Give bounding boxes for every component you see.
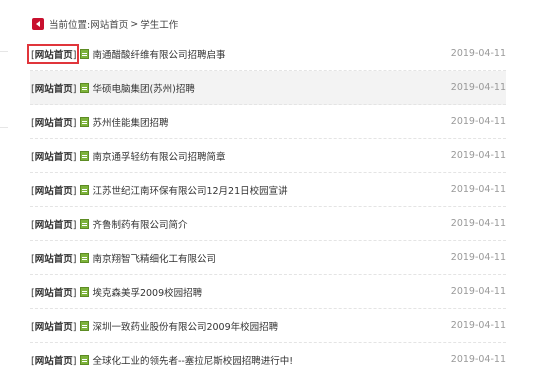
article-date: 2019-04-11 <box>450 252 506 263</box>
category-link[interactable]: [网站首页] <box>30 81 76 95</box>
article-title-link[interactable]: 深圳一致药业股份有限公司2009年校园招聘 <box>92 319 506 333</box>
location-icon <box>32 18 44 30</box>
article-date: 2019-04-11 <box>450 48 506 59</box>
list-item: [网站首页] 埃克森美孚2009校园招聘 2019-04-11 <box>30 275 506 309</box>
breadcrumb-home-link[interactable]: 网站首页 <box>90 17 128 31</box>
category-label: 网站首页 <box>34 321 73 333</box>
document-icon <box>80 184 90 195</box>
article-title-link[interactable]: 南京翔智飞精细化工有限公司 <box>92 251 506 265</box>
page: 当前位置: 网站首页 > 学生工作 [网站首页] 南通醋酸纤维有限公司招聘启事 … <box>0 0 553 367</box>
left-edge-panel <box>0 0 8 367</box>
list-item: [网站首页] 华硕电脑集团(苏州)招聘 2019-04-11 <box>30 71 506 105</box>
article-date: 2019-04-11 <box>450 116 506 127</box>
list-item: [网站首页] 齐鲁制药有限公司简介 2019-04-11 <box>30 207 506 241</box>
article-title-link[interactable]: 江苏世纪江南环保有限公司12月21日校园宣讲 <box>92 183 506 197</box>
category-label: 网站首页 <box>34 253 73 265</box>
list-item: [网站首页] 江苏世纪江南环保有限公司12月21日校园宣讲 2019-04-11 <box>30 173 506 207</box>
category-link[interactable]: [网站首页] <box>30 251 76 265</box>
article-date: 2019-04-11 <box>450 218 506 229</box>
category-link[interactable]: [网站首页] <box>30 353 76 367</box>
category-label: 网站首页 <box>34 185 73 197</box>
category-link[interactable]: [网站首页] <box>30 217 76 231</box>
article-title-link[interactable]: 齐鲁制药有限公司简介 <box>92 217 506 231</box>
document-icon <box>80 82 90 93</box>
category-label: 网站首页 <box>34 49 73 61</box>
list-item: [网站首页] 全球化工业的领先者--塞拉尼斯校园招聘进行中! 2019-04-1… <box>30 343 506 367</box>
list-item: [网站首页] 深圳一致药业股份有限公司2009年校园招聘 2019-04-11 <box>30 309 506 343</box>
article-title-link[interactable]: 全球化工业的领先者--塞拉尼斯校园招聘进行中! <box>92 353 506 367</box>
list-item: [网站首页] 南通醋酸纤维有限公司招聘启事 2019-04-11 <box>26 37 506 71</box>
article-title-link[interactable]: 苏州佳能集团招聘 <box>92 115 506 129</box>
category-link[interactable]: [网站首页] <box>30 319 76 333</box>
article-title-link[interactable]: 华硕电脑集团(苏州)招聘 <box>92 81 506 95</box>
category-link[interactable]: [网站首页] <box>26 43 80 64</box>
category-link[interactable]: [网站首页] <box>30 285 76 299</box>
article-date: 2019-04-11 <box>450 354 506 365</box>
breadcrumb-separator: > <box>130 18 139 30</box>
list-item: [网站首页] 南京翔智飞精细化工有限公司 2019-04-11 <box>30 241 506 275</box>
category-label: 网站首页 <box>34 117 73 129</box>
left-edge-divider <box>0 127 8 128</box>
breadcrumb-label: 当前位置: <box>49 20 91 31</box>
article-date: 2019-04-11 <box>450 150 506 161</box>
category-label: 网站首页 <box>34 287 73 299</box>
article-date: 2019-04-11 <box>450 184 506 195</box>
document-icon <box>80 218 90 229</box>
document-icon <box>80 252 90 263</box>
category-label: 网站首页 <box>34 151 73 163</box>
document-icon <box>80 48 90 59</box>
left-edge-divider <box>0 51 8 52</box>
document-icon <box>80 150 90 161</box>
category-label: 网站首页 <box>34 355 73 367</box>
article-list: [网站首页] 南通醋酸纤维有限公司招聘启事 2019-04-11 [网站首页] … <box>26 37 506 367</box>
list-item: [网站首页] 苏州佳能集团招聘 2019-04-11 <box>30 105 506 139</box>
breadcrumb: 当前位置: 网站首页 > 学生工作 <box>32 16 178 32</box>
category-label: 网站首页 <box>34 219 73 231</box>
list-item: [网站首页] 南京通孚轻纺有限公司招聘简章 2019-04-11 <box>30 139 506 173</box>
breadcrumb-current[interactable]: 学生工作 <box>140 17 178 31</box>
document-icon <box>80 286 90 297</box>
document-icon <box>80 354 90 365</box>
article-title-link[interactable]: 南通醋酸纤维有限公司招聘启事 <box>92 47 506 61</box>
article-title-link[interactable]: 南京通孚轻纺有限公司招聘简章 <box>92 149 506 163</box>
document-icon <box>80 320 90 331</box>
article-date: 2019-04-11 <box>450 82 506 93</box>
category-label: 网站首页 <box>34 83 73 95</box>
article-date: 2019-04-11 <box>450 286 506 297</box>
category-link[interactable]: [网站首页] <box>30 115 76 129</box>
category-link[interactable]: [网站首页] <box>30 183 76 197</box>
article-date: 2019-04-11 <box>450 320 506 331</box>
article-title-link[interactable]: 埃克森美孚2009校园招聘 <box>92 285 506 299</box>
category-link[interactable]: [网站首页] <box>30 149 76 163</box>
document-icon <box>80 116 90 127</box>
